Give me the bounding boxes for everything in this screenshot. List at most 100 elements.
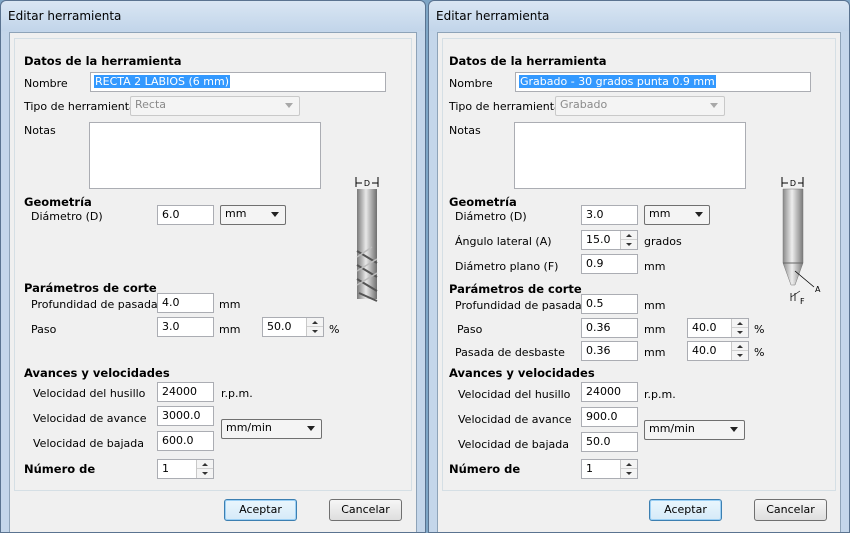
- name-label: Nombre: [449, 77, 493, 90]
- side-angle-label: Ángulo lateral (A): [455, 235, 552, 248]
- section-cutting-params: Parámetros de corte: [24, 281, 157, 295]
- spin-down-icon[interactable]: [307, 327, 323, 336]
- tool-type-value: Recta: [135, 98, 167, 111]
- feed-unit-select[interactable]: mm/min: [644, 420, 745, 440]
- spin-up-icon[interactable]: [307, 318, 323, 327]
- feed-rate-label: Velocidad de avance: [33, 412, 147, 425]
- spin-down-icon[interactable]: [621, 240, 637, 249]
- diameter-input[interactable]: 6.0: [157, 205, 214, 225]
- chevron-down-icon: [730, 427, 738, 432]
- spin-up-icon[interactable]: [732, 319, 748, 328]
- chevron-down-icon: [285, 103, 293, 108]
- diameter-label: Diámetro (D): [455, 210, 527, 223]
- feed-unit-value: mm/min: [649, 422, 695, 435]
- feed-unit-select[interactable]: mm/min: [221, 419, 322, 439]
- flat-marker-label: F: [800, 297, 805, 306]
- spin-up-icon[interactable]: [621, 460, 637, 469]
- name-input[interactable]: Grabado - 30 grados punta 0.9 mm: [515, 72, 811, 92]
- title-bar: Editar herramienta: [1, 1, 425, 31]
- pass-depth-input[interactable]: 4.0: [157, 293, 214, 313]
- stepover-percent-spinner[interactable]: 50.0: [262, 317, 324, 337]
- chevron-down-icon: [695, 212, 703, 217]
- diameter-unit-value: mm: [649, 207, 671, 220]
- feed-rate-input[interactable]: 900.0: [581, 407, 638, 427]
- angle-marker-label: A: [815, 285, 821, 294]
- diameter-unit-select[interactable]: mm: [644, 205, 710, 225]
- percent-sign: %: [754, 323, 765, 336]
- settings-panel: Datos de la herramienta Nombre RECTA 2 L…: [14, 38, 412, 491]
- spindle-speed-input[interactable]: 24000: [157, 382, 214, 402]
- notes-textarea[interactable]: [89, 122, 321, 189]
- notes-textarea[interactable]: [514, 122, 746, 189]
- dialog-client: Datos de la herramienta Nombre Grabado -…: [437, 32, 841, 532]
- percent-sign: %: [754, 346, 765, 359]
- cancel-button[interactable]: Cancelar: [329, 499, 402, 521]
- spin-up-icon[interactable]: [732, 342, 748, 351]
- section-geometry: Geometría: [24, 195, 92, 209]
- spin-up-icon[interactable]: [621, 231, 637, 240]
- spin-down-icon[interactable]: [621, 469, 637, 478]
- side-angle-spinner[interactable]: 15.0: [581, 230, 638, 250]
- flat-diameter-unit: mm: [644, 260, 666, 273]
- tool-number-spinner[interactable]: 1: [157, 459, 214, 479]
- roughing-pass-unit: mm: [644, 346, 666, 359]
- notes-label: Notas: [449, 124, 481, 137]
- stepover-percent-spinner[interactable]: 40.0: [687, 318, 749, 338]
- name-value: RECTA 2 LABIOS (6 mm): [94, 75, 230, 88]
- section-tool-number: Número de: [449, 462, 521, 476]
- plunge-rate-label: Velocidad de bajada: [458, 438, 570, 451]
- straight-bit-diagram: D: [355, 177, 379, 302]
- diameter-unit-value: mm: [225, 207, 247, 220]
- stepover-label: Paso: [457, 323, 483, 336]
- chevron-down-icon: [710, 103, 718, 108]
- window-title: Editar herramienta: [8, 9, 122, 23]
- tool-number-spinner[interactable]: 1: [581, 459, 638, 479]
- spin-down-icon[interactable]: [732, 328, 748, 337]
- accept-button[interactable]: Aceptar: [649, 499, 722, 521]
- name-value: Grabado - 30 grados punta 0.9 mm: [519, 75, 716, 88]
- dialog-client: Datos de la herramienta Nombre RECTA 2 L…: [9, 32, 417, 532]
- section-geometry: Geometría: [449, 195, 517, 209]
- notes-label: Notas: [24, 124, 56, 137]
- edit-tool-dialog-left: Editar herramienta Datos de la herramien…: [0, 0, 426, 533]
- settings-panel: Datos de la herramienta Nombre Grabado -…: [442, 38, 836, 491]
- stepover-label: Paso: [31, 323, 57, 336]
- roughing-pass-label: Pasada de desbaste: [455, 346, 565, 359]
- spin-down-icon[interactable]: [197, 469, 213, 478]
- pass-depth-label: Profundidad de pasada: [31, 298, 158, 311]
- side-angle-unit: grados: [644, 235, 682, 248]
- spin-down-icon[interactable]: [732, 351, 748, 360]
- flat-diameter-input[interactable]: 0.9: [581, 254, 638, 274]
- spin-up-icon[interactable]: [197, 460, 213, 469]
- plunge-rate-input[interactable]: 50.0: [581, 432, 638, 452]
- pass-depth-label: Profundidad de pasada: [455, 299, 582, 312]
- section-tool-number: Número de: [24, 462, 96, 476]
- diameter-marker-label: D: [790, 179, 796, 188]
- cancel-button[interactable]: Cancelar: [754, 499, 827, 521]
- stepover-percent-value: 50.0: [267, 320, 292, 333]
- roughing-percent-spinner[interactable]: 40.0: [687, 341, 749, 361]
- roughing-percent-value: 40.0: [692, 344, 717, 357]
- tool-number-value: 1: [162, 462, 169, 475]
- plunge-rate-input[interactable]: 600.0: [157, 431, 214, 451]
- stepover-percent-value: 40.0: [692, 321, 717, 334]
- section-feeds-speeds: Avances y velocidades: [449, 366, 595, 380]
- engraving-bit-diagram: D A F: [781, 177, 821, 306]
- name-input[interactable]: RECTA 2 LABIOS (6 mm): [90, 72, 386, 92]
- flat-diameter-label: Diámetro plano (F): [455, 260, 559, 273]
- tool-type-select[interactable]: Grabado: [555, 96, 725, 116]
- spindle-speed-input[interactable]: 24000: [581, 382, 638, 402]
- tool-type-select[interactable]: Recta: [130, 96, 300, 116]
- roughing-pass-input[interactable]: 0.36: [581, 341, 638, 361]
- accept-button[interactable]: Aceptar: [224, 499, 297, 521]
- window-title: Editar herramienta: [436, 9, 550, 23]
- pass-depth-input[interactable]: 0.5: [581, 294, 638, 314]
- feed-rate-input[interactable]: 3000.0: [157, 406, 214, 426]
- stepover-input[interactable]: 3.0: [157, 317, 214, 337]
- stepover-input[interactable]: 0.36: [581, 318, 638, 338]
- section-tool-data: Datos de la herramienta: [449, 54, 607, 68]
- pass-depth-unit: mm: [219, 298, 241, 311]
- diameter-input[interactable]: 3.0: [581, 205, 638, 225]
- diameter-unit-select[interactable]: mm: [220, 205, 286, 225]
- section-tool-data: Datos de la herramienta: [24, 54, 182, 68]
